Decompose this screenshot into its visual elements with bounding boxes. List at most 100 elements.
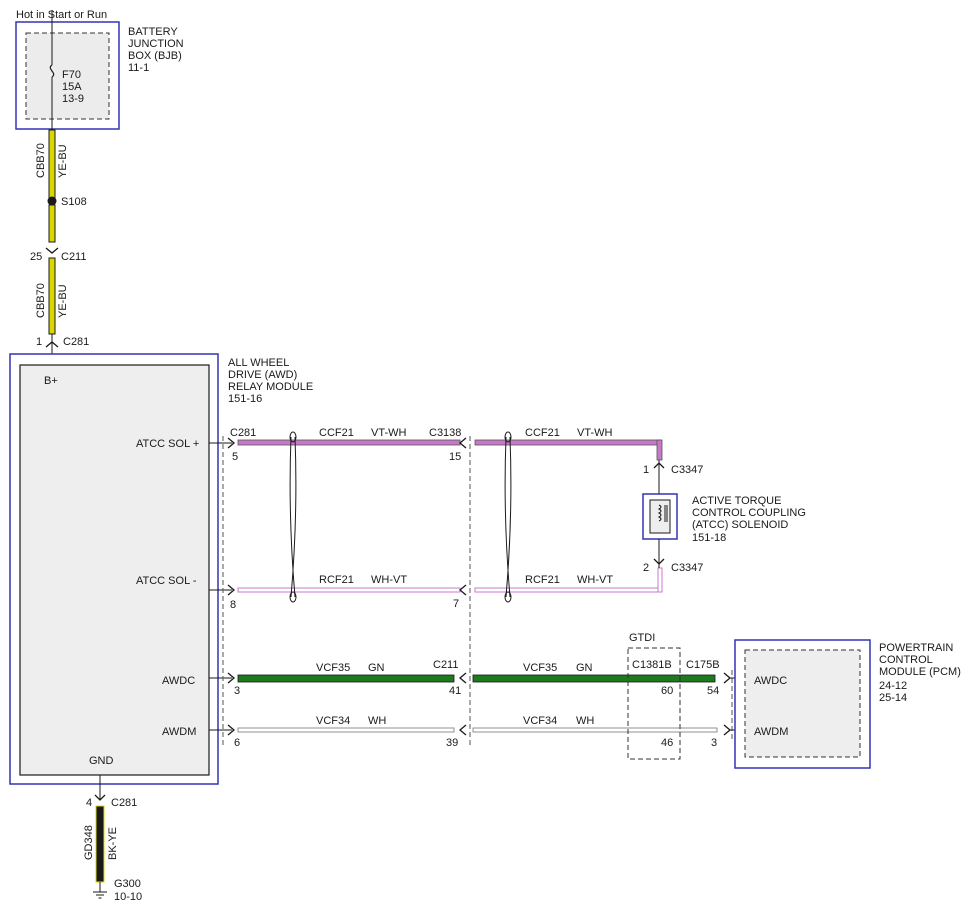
- pin-atcc-pos-label: ATCC SOL +: [136, 438, 199, 450]
- awd-module-label: ALL WHEEL DRIVE (AWD) RELAY MODULE 151-1…: [228, 357, 313, 405]
- row1-conn-left: C281: [230, 427, 256, 439]
- wire-rcf21-left[interactable]: [237, 587, 461, 593]
- row3-color: GN: [368, 662, 385, 674]
- sol-pin-bot: 2: [643, 562, 649, 574]
- svg-text:CONTROL: CONTROL: [879, 654, 933, 666]
- row4-color: WH: [368, 715, 386, 727]
- ground-color: BK-YE: [107, 827, 119, 860]
- row4-pin-c1381b: 46: [661, 737, 673, 749]
- wire-cbb70-top[interactable]: [48, 129, 56, 199]
- row3-color2: GN: [576, 662, 593, 674]
- svg-text:15A: 15A: [62, 81, 82, 93]
- ground-symbol-icon: [93, 882, 107, 899]
- ground-id: G300: [114, 878, 141, 890]
- svg-text:BOX (BJB): BOX (BJB): [128, 50, 182, 62]
- c175b-connector-icon[interactable]: [723, 672, 732, 736]
- splice-s108-icon[interactable]: [47, 196, 57, 206]
- bjb-label: BATTERY JUNCTION BOX (BJB) 11-1: [128, 26, 184, 74]
- wire-mid-circuit: CBB70: [35, 283, 47, 318]
- svg-text:BATTERY: BATTERY: [128, 26, 178, 38]
- row3-circuit2: VCF35: [523, 662, 557, 674]
- ground-circuit: GD348: [83, 825, 95, 860]
- sol-pin-top: 1: [643, 464, 649, 476]
- row4-pin-mid: 39: [446, 737, 458, 749]
- c281-top-pin: 1: [36, 336, 42, 348]
- wire-vcf35-left[interactable]: [237, 674, 455, 683]
- row4-color2: WH: [576, 715, 594, 727]
- wire-top-color: YE-BU: [57, 144, 69, 178]
- wire-gd348[interactable]: [95, 805, 105, 883]
- c281-top-label: C281: [63, 336, 89, 348]
- row4-pin-left: 6: [234, 737, 240, 749]
- ground-ref: 10-10: [114, 891, 142, 903]
- twisted-pair-left-icon: [289, 431, 297, 603]
- row1-pin-left: 5: [232, 451, 238, 463]
- row1-circuit: CCF21: [319, 427, 354, 439]
- svg-text:151-18: 151-18: [692, 532, 726, 544]
- svg-text:F70: F70: [62, 69, 81, 81]
- row1-circuit2: CCF21: [525, 427, 560, 439]
- c211-connector-icon[interactable]: [45, 247, 59, 254]
- gtdi-label: GTDI: [629, 632, 655, 644]
- wire-mid-color: YE-BU: [57, 284, 69, 318]
- ground-pin: 4: [86, 797, 92, 809]
- row2-color: WH-VT: [371, 574, 407, 586]
- svg-text:(ATCC) SOLENOID: (ATCC) SOLENOID: [692, 519, 788, 531]
- wire-rcf21-up[interactable]: [657, 567, 663, 593]
- svg-text:ACTIVE TORQUE: ACTIVE TORQUE: [692, 495, 781, 507]
- pcm-awdm-label: AWDM: [754, 726, 788, 738]
- wire-ccf21-down[interactable]: [656, 439, 663, 461]
- twisted-pair-right-icon: [504, 431, 512, 603]
- ground-conn: C281: [111, 797, 137, 809]
- row4-pin-pcm: 3: [711, 737, 717, 749]
- wire-cbb70-splice[interactable]: [48, 204, 56, 243]
- pin-awdm-label: AWDM: [162, 726, 196, 738]
- row2-circuit2: RCF21: [525, 574, 560, 586]
- pin-bplus-label: B+: [44, 375, 58, 387]
- row2-circuit: RCF21: [319, 574, 354, 586]
- svg-text:RELAY MODULE: RELAY MODULE: [228, 381, 313, 393]
- row4-circuit: VCF34: [316, 715, 350, 727]
- sol-conn-top: C3347: [671, 464, 703, 476]
- row3-pin-pcm: 54: [707, 685, 719, 697]
- wire-ccf21-right[interactable]: [474, 439, 662, 446]
- row1-color2: VT-WH: [577, 427, 612, 439]
- pcm-body: [744, 649, 861, 758]
- c211-pin: 25: [30, 251, 42, 263]
- wire-rcf21-right[interactable]: [474, 587, 662, 593]
- row1-conn-mid: C3138: [429, 427, 461, 439]
- pin-atcc-neg-label: ATCC SOL -: [136, 575, 197, 587]
- row3-pin-c1381b: 60: [661, 685, 673, 697]
- splice-label: S108: [61, 196, 87, 208]
- wire-cbb70-mid[interactable]: [48, 257, 56, 335]
- svg-text:CONTROL COUPLING: CONTROL COUPLING: [692, 507, 806, 519]
- row3-pin-mid: 41: [449, 685, 461, 697]
- pin-awdc-label: AWDC: [162, 675, 195, 687]
- svg-text:11-1: 11-1: [128, 62, 149, 74]
- pcm-label: POWERTRAIN CONTROL MODULE (PCM) 24-12 25…: [879, 642, 961, 704]
- svg-text:25-14: 25-14: [879, 692, 907, 704]
- row3-circuit: VCF35: [316, 662, 350, 674]
- fuse-label: F70 15A 13-9: [62, 69, 84, 105]
- power-note: Hot in Start or Run: [16, 9, 107, 21]
- solenoid-label: ACTIVE TORQUE CONTROL COUPLING (ATCC) SO…: [692, 495, 806, 544]
- svg-text:DRIVE (AWD): DRIVE (AWD): [228, 369, 297, 381]
- wire-vcf34-left[interactable]: [237, 727, 455, 733]
- row2-pin-mid: 7: [453, 598, 459, 610]
- c211-label: C211: [61, 251, 86, 263]
- svg-text:13-9: 13-9: [62, 93, 84, 105]
- wire-vcf35-right[interactable]: [472, 674, 716, 683]
- svg-text:POWERTRAIN: POWERTRAIN: [879, 642, 953, 654]
- row4-circuit2: VCF34: [523, 715, 557, 727]
- row3-conn-mid: C211: [433, 659, 458, 671]
- svg-text:24-12: 24-12: [879, 680, 907, 692]
- pcm-conn: C175B: [686, 659, 720, 671]
- svg-text:JUNCTION: JUNCTION: [128, 38, 184, 50]
- sol-conn-bot: C3347: [671, 562, 703, 574]
- row1-pin-mid: 15: [449, 451, 461, 463]
- gtdi-conn: C1381B: [632, 659, 672, 671]
- svg-text:ALL WHEEL: ALL WHEEL: [228, 357, 289, 369]
- wiring-diagram: Hot in Start or Run BATTERY JUNCTION BOX…: [9, 9, 961, 903]
- wire-ccf21-left[interactable]: [237, 439, 461, 446]
- svg-text:MODULE (PCM): MODULE (PCM): [879, 666, 961, 678]
